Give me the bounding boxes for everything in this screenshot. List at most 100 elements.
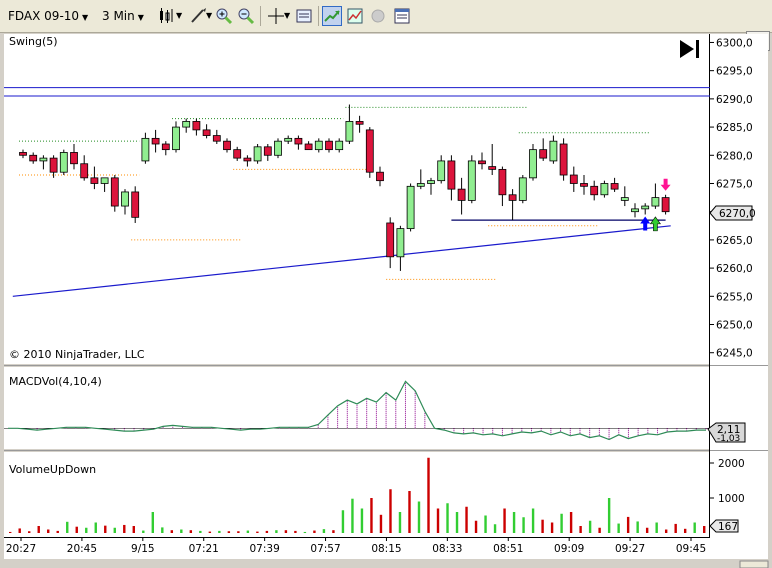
volume-bar [626,516,630,533]
volume-bar [579,526,582,533]
volume-panel-title: VolumeUpDown [9,463,96,476]
last-price-marker: 6270,0 [709,205,756,221]
candle [447,160,456,190]
macd-signal-label: -1,03 [717,434,740,444]
price-axis-label: 6275,0 [716,178,753,190]
volume-bar [256,531,259,533]
volume-bar [398,512,402,533]
volume-bar [94,522,97,533]
volume-bar [275,530,278,533]
volume-bar [37,526,40,533]
candle [498,168,507,196]
candle [304,143,313,151]
time-axis-label: 09:27 [615,543,645,555]
volume-bar [28,531,31,533]
candle [70,152,78,165]
candle [651,197,660,207]
volume-bar [56,530,59,533]
candle [49,157,58,173]
volume-bar [132,526,135,533]
candle [406,185,415,230]
volume-bar [550,522,554,533]
volume-bar [313,530,316,533]
candle [223,140,231,151]
volume-bar [360,508,364,533]
volume-bar [9,531,12,533]
volume-bar [474,520,478,533]
candle [39,157,48,162]
candle [641,205,650,210]
candle [243,157,252,162]
volume-bar [674,523,677,533]
volume-bar [303,531,307,533]
candle [610,183,619,190]
candle [457,188,466,201]
volume-bar [218,530,221,533]
volume-bar [341,510,345,533]
volume-bar [531,508,535,533]
volume-bar [636,521,639,533]
volume-bar [351,498,354,533]
time-axis-label: 09:09 [554,543,584,555]
price-axis-label: 6255,0 [716,291,753,303]
candle [631,208,639,213]
candle [192,121,201,131]
candle [416,183,425,187]
candle [600,183,609,196]
time-axis-label: 20:27 [6,543,36,555]
volume-bar [370,498,373,533]
time-axis-label: 20:45 [67,543,97,555]
time-axis-label: 9/15 [131,543,155,555]
candle [294,137,303,145]
time-axis-label: 07:21 [189,543,219,555]
candle [90,177,99,184]
candle [284,137,293,142]
volume-bar [560,513,563,533]
volume-bar [265,530,269,533]
volume-bar [85,527,88,533]
volume-bar [332,530,335,533]
time-axis-label: 08:51 [493,543,523,555]
candle [549,140,558,162]
horizontal-scrollbar[interactable] [739,560,769,568]
candle [263,146,272,156]
price-axis-label: 6280,0 [716,150,753,162]
price-panel [4,34,710,364]
candle [314,140,323,151]
volume-bar [683,528,687,533]
volume-bar [436,508,440,533]
candle [529,149,537,179]
candle [508,194,517,201]
volume-bar [541,519,544,533]
candle [182,121,191,128]
candle [427,180,435,184]
price-axis-label: 6295,0 [716,66,753,78]
volume-bar [455,512,459,533]
time-axis-label: 07:57 [310,543,340,555]
candle [559,143,568,176]
volume-bar [18,528,21,533]
price-axis-label: 6260,0 [716,263,753,275]
volume-bar [703,526,706,533]
copyright-text: © 2010 NinjaTrader, LLC [9,348,145,361]
chart-area[interactable]: 6300,0 6295,0 6290,0 6285,0 6280,0 6275,0 6270… [0,0,772,568]
volume-bar [379,514,383,533]
volume-bar [123,524,126,533]
candle [325,140,333,151]
price-axis-label: 6300,0 [716,37,753,49]
macd-panel-title: MACDVol(4,10,4) [9,375,102,388]
volume-bar [47,529,50,533]
volume-bar [655,522,658,533]
volume-bar [208,531,212,533]
volume-bar [113,527,116,533]
volume-bar [66,521,69,533]
volume-bar [408,491,411,533]
status-strip [0,559,772,568]
volume-bar [512,512,516,533]
candle [19,152,27,156]
volume-bar [588,520,592,533]
volume-last-label: 167 [718,521,738,533]
volume-bar [246,530,250,533]
candle [151,137,160,145]
candle [29,154,38,162]
